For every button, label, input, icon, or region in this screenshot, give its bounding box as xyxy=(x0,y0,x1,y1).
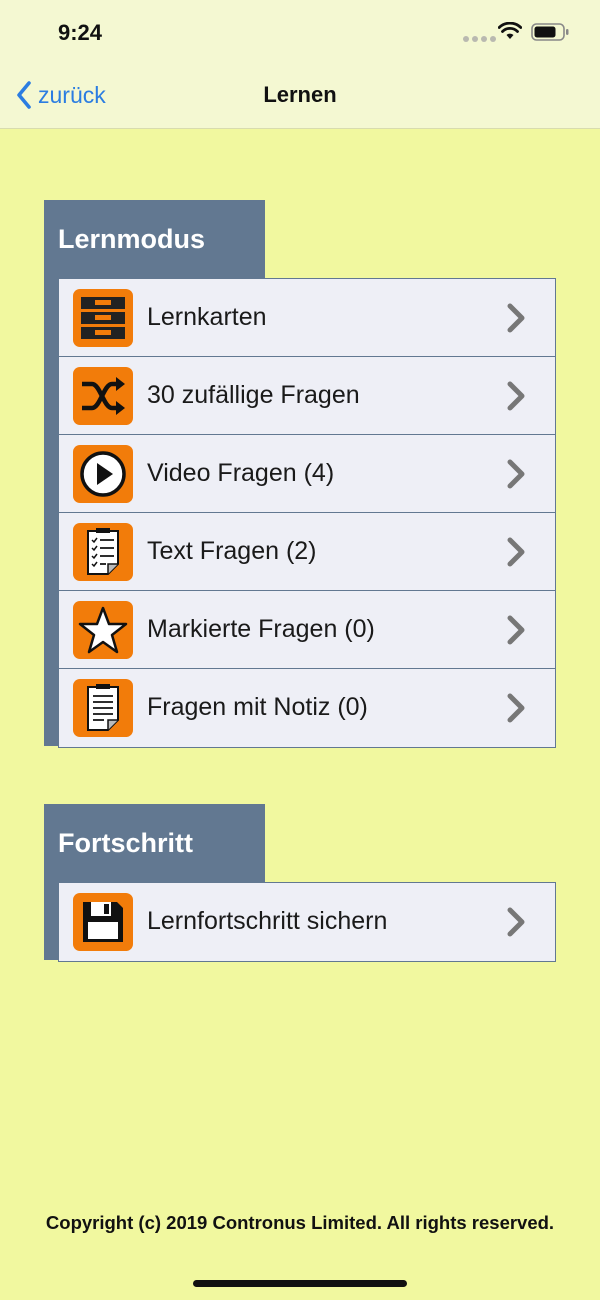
play-icon xyxy=(73,445,133,503)
section-accent-bar xyxy=(44,278,58,746)
chevron-right-icon xyxy=(507,537,525,567)
wifi-icon xyxy=(498,22,522,39)
list-item-random-questions[interactable]: 30 zufällige Fragen xyxy=(59,357,555,435)
list-item-label: Lernkarten xyxy=(147,303,267,331)
section-header-fortschritt: Fortschritt xyxy=(44,804,265,882)
status-bar: 9:24 xyxy=(0,0,600,62)
fortschritt-list: Lernfortschritt sichern xyxy=(58,882,556,962)
list-item-video-questions[interactable]: Video Fragen (4) xyxy=(59,435,555,513)
chevron-right-icon xyxy=(507,693,525,723)
list-item-questions-with-note[interactable]: Fragen mit Notiz (0) xyxy=(59,669,555,747)
note-icon xyxy=(73,679,133,737)
battery-icon xyxy=(531,23,569,41)
drawers-icon xyxy=(73,289,133,347)
section-header-lernmodus: Lernmodus xyxy=(44,200,265,278)
lernmodus-list: Lernkarten 30 zufällige Fragen Video Fra… xyxy=(58,278,556,748)
copyright-text: Copyright (c) 2019 Contronus Limited. Al… xyxy=(45,1212,555,1233)
navigation-bar: zurück Lernen xyxy=(0,62,600,129)
list-item-label: Text Fragen (2) xyxy=(147,537,317,565)
list-item-marked-questions[interactable]: Markierte Fragen (0) xyxy=(59,591,555,669)
star-icon xyxy=(73,601,133,659)
list-item-label: Lernfortschritt sichern xyxy=(147,907,388,935)
chevron-right-icon xyxy=(507,381,525,411)
section-accent-bar xyxy=(44,882,58,960)
chevron-right-icon xyxy=(507,459,525,489)
list-item-label: Markierte Fragen (0) xyxy=(147,615,375,643)
list-item-label: 30 zufällige Fragen xyxy=(147,381,360,409)
signal-strength-icon xyxy=(463,36,496,42)
chevron-right-icon xyxy=(507,615,525,645)
home-indicator[interactable] xyxy=(193,1280,407,1287)
list-item-lernkarten[interactable]: Lernkarten xyxy=(59,279,555,357)
list-item-label: Video Fragen (4) xyxy=(147,459,335,487)
page-title: Lernen xyxy=(263,82,337,107)
shuffle-icon xyxy=(73,367,133,425)
list-item-text-questions[interactable]: Text Fragen (2) xyxy=(59,513,555,591)
status-time: 9:24 xyxy=(58,20,103,45)
checklist-icon xyxy=(73,523,133,581)
list-item-save-progress[interactable]: Lernfortschritt sichern xyxy=(59,883,555,961)
floppy-disk-icon xyxy=(73,893,133,951)
chevron-right-icon xyxy=(507,907,525,937)
list-item-label: Fragen mit Notiz (0) xyxy=(147,693,368,721)
chevron-right-icon xyxy=(507,303,525,333)
